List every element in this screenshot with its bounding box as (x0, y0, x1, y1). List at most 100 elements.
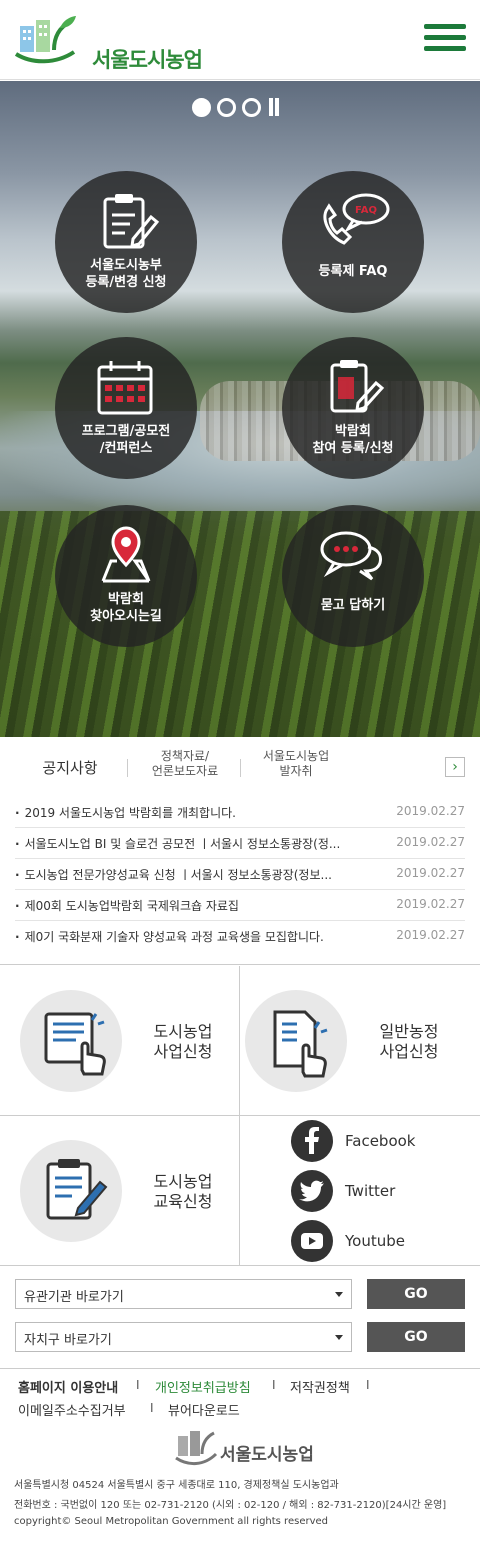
notice-title[interactable]: 제00회 도시농업박람회 국제워크숍 자료집 (15, 897, 345, 914)
slider-indicator (192, 97, 279, 117)
menu-line (424, 35, 466, 40)
quick-link-label: 등록제 FAQ (318, 264, 388, 279)
notice-date: 2019.02.27 (396, 804, 465, 818)
quick-link-label: 박람회 찾아오시는길 (90, 592, 162, 624)
notice-title[interactable]: 서울도시노업 BI 및 슬로건 공모전 ㅣ서울시 정보소통광장(정... (15, 835, 345, 852)
notice-title[interactable]: 2019 서울도시농업 박람회를 개최합니다. (15, 804, 345, 821)
footer-link-copyright-policy[interactable]: 저작권정책 (290, 1377, 350, 1396)
slider-dot-1[interactable] (192, 97, 211, 117)
footer-logo-text: 서울도시농업 (220, 1445, 314, 1465)
slider-dot-3[interactable] (242, 97, 261, 117)
footer-separator: I (136, 1378, 140, 1392)
sns-links: Facebook Twitter Youtube (240, 1116, 480, 1266)
urban-farming-project-application[interactable]: 도시농업 사업신청 (0, 966, 240, 1116)
notice-title[interactable]: 제0기 국화분재 기술자 양성교육 과정 교육생을 모집합니다. (15, 928, 345, 945)
footer-separator: I (150, 1401, 154, 1415)
notice-item[interactable]: 2019 서울도시농업 박람회를 개최합니다. 2019.02.27 (15, 797, 465, 828)
quick-link-label: 박람회 참여 등록/신청 (312, 424, 394, 456)
clipboard-pencil-icon (103, 194, 160, 249)
urban-farming-education-application[interactable]: 도시농업 교육신청 (0, 1116, 240, 1266)
footer-separator: I (366, 1378, 370, 1392)
quick-link-programs[interactable]: 프로그램/공모전 /컨퍼런스 (55, 337, 197, 479)
calendar-icon (97, 361, 153, 415)
quick-link-label: 묻고 답하기 (320, 598, 386, 613)
quick-link-expo-registration[interactable]: 박람회 참여 등록/신청 (282, 337, 424, 479)
hamburger-menu-button[interactable] (424, 24, 466, 56)
logo-text: 서울도시농업 (92, 48, 203, 72)
notice-date: 2019.02.27 (396, 835, 465, 849)
menu-line (424, 46, 466, 51)
facebook-icon (291, 1120, 333, 1162)
slider-dot-2[interactable] (217, 97, 236, 117)
service-icon-circle (20, 990, 122, 1092)
services-grid: 도시농업 사업신청 일반농정 사업신청 도시농업 교육신청 Facebook T… (0, 966, 480, 1266)
phone-faq-bubble-icon: FAQ (323, 193, 390, 245)
related-agency-select[interactable]: 유관기관 바로가기 (15, 1279, 352, 1309)
footer-link-guide[interactable]: 홈페이지 이용안내 (18, 1377, 118, 1396)
footer-link-viewer-download[interactable]: 뷰어다운로드 (168, 1400, 240, 1419)
district-select[interactable]: 자치구 바로가기 (15, 1322, 352, 1352)
quick-link-registration-faq[interactable]: FAQ 등록제 FAQ (282, 171, 424, 313)
site-header: 서울도시농업 (0, 0, 480, 80)
tab-next-arrow-button[interactable]: › (445, 757, 465, 777)
notice-tabs: 공지사항 정책자료/ 언론보도자료 서울도시농업 발자취 › (0, 749, 480, 785)
svg-text:FAQ: FAQ (355, 205, 377, 216)
notice-item[interactable]: 제0기 국화분재 기술자 양성교육 과정 교육생을 모집합니다. 2019.02… (15, 921, 465, 952)
twitter-link[interactable]: Twitter (291, 1170, 395, 1212)
notice-date: 2019.02.27 (396, 866, 465, 880)
notice-date: 2019.02.27 (396, 897, 465, 911)
notice-title[interactable]: 도시농업 전문가양성교육 신청 ㅣ서울시 정보소통광장(정보... (15, 866, 345, 883)
map-pin-icon (101, 526, 151, 583)
notice-item[interactable]: 제00회 도시농업박람회 국제워크숍 자료집 2019.02.27 (15, 890, 465, 921)
clipboard-edit-icon (46, 1159, 108, 1220)
notice-date: 2019.02.27 (396, 928, 465, 942)
file-touch-icon (273, 1010, 328, 1078)
district-go-button[interactable]: GO (367, 1322, 465, 1352)
footer-logo: 서울도시농업 (174, 1426, 314, 1466)
quick-link-expo-directions[interactable]: 박람회 찾아오시는길 (55, 505, 197, 647)
twitter-icon (291, 1170, 333, 1212)
quick-link-label: 서울도시농부 등록/변경 신청 (85, 258, 167, 290)
facebook-label: Facebook (345, 1132, 416, 1150)
service-icon-circle (20, 1140, 122, 1242)
twitter-label: Twitter (345, 1182, 396, 1200)
footer-logo-mark-icon (175, 1431, 218, 1465)
tab-policy-press[interactable]: 정책자료/ 언론보도자료 (135, 749, 235, 779)
logo-mark-icon (14, 16, 76, 64)
footer-copyright: copyright© Seoul Metropolitan Government… (14, 1516, 328, 1527)
service-label: 도시농업 사업신청 (153, 1022, 213, 1061)
tab-divider (240, 759, 241, 777)
quick-link-farmer-registration[interactable]: 서울도시농부 등록/변경 신청 (55, 171, 197, 313)
notice-section: 공지사항 정책자료/ 언론보도자료 서울도시농업 발자취 › 2019 서울도시… (0, 737, 480, 965)
site-logo[interactable]: 서울도시농업 (14, 12, 204, 72)
tab-history[interactable]: 서울도시농업 발자취 (246, 749, 346, 779)
service-label: 일반농정 사업신청 (379, 1022, 439, 1061)
related-agency-go-button[interactable]: GO (367, 1279, 465, 1309)
general-agriculture-project-application[interactable]: 일반농정 사업신청 (240, 966, 480, 1116)
notice-item[interactable]: 서울도시노업 BI 및 슬로건 공모전 ㅣ서울시 정보소통광장(정... 201… (15, 828, 465, 859)
menu-line (424, 24, 466, 29)
footer-link-email-refusal[interactable]: 이메일주소수집거부 (18, 1400, 126, 1419)
notice-item[interactable]: 도시농업 전문가양성교육 신청 ㅣ서울시 정보소통광장(정보... 2019.0… (15, 859, 465, 890)
tab-notices[interactable]: 공지사항 (20, 757, 120, 778)
footer-link-privacy[interactable]: 개인정보취급방침 (155, 1377, 251, 1396)
hero-banner: 서울도시농부 등록/변경 신청 FAQ 등록제 FAQ 프로그램/공모전 /컨퍼… (0, 81, 480, 737)
footer-separator: I (272, 1378, 276, 1392)
notice-list: 2019 서울도시농업 박람회를 개최합니다. 2019.02.27 서울도시노… (15, 797, 465, 952)
service-label: 도시농업 교육신청 (153, 1172, 213, 1211)
footer-phone: 전화번호 : 국번없이 120 또는 02-731-2120 (시외 : 02-… (14, 1500, 447, 1511)
youtube-link[interactable]: Youtube (291, 1220, 405, 1262)
service-icon-circle (245, 990, 347, 1092)
quick-select-section: 유관기관 바로가기 GO 자치구 바로가기 GO (0, 1267, 480, 1369)
footer-address: 서울특별시청 04524 서울특별시 중구 세종대로 110, 경제정책실 도시… (14, 1480, 339, 1491)
chat-bubbles-icon (320, 531, 382, 581)
youtube-label: Youtube (345, 1232, 405, 1250)
facebook-link[interactable]: Facebook (291, 1120, 415, 1162)
tab-divider (127, 759, 128, 777)
document-touch-icon (44, 1012, 106, 1076)
site-footer: 홈페이지 이용안내 I 개인정보취급방침 I 저작권정책 I 이메일주소수집거부… (0, 1370, 480, 1550)
quick-link-label: 프로그램/공모전 /컨퍼런스 (81, 424, 171, 456)
quick-link-qna[interactable]: 묻고 답하기 (282, 505, 424, 647)
youtube-icon (291, 1220, 333, 1262)
pause-icon[interactable] (269, 98, 279, 116)
